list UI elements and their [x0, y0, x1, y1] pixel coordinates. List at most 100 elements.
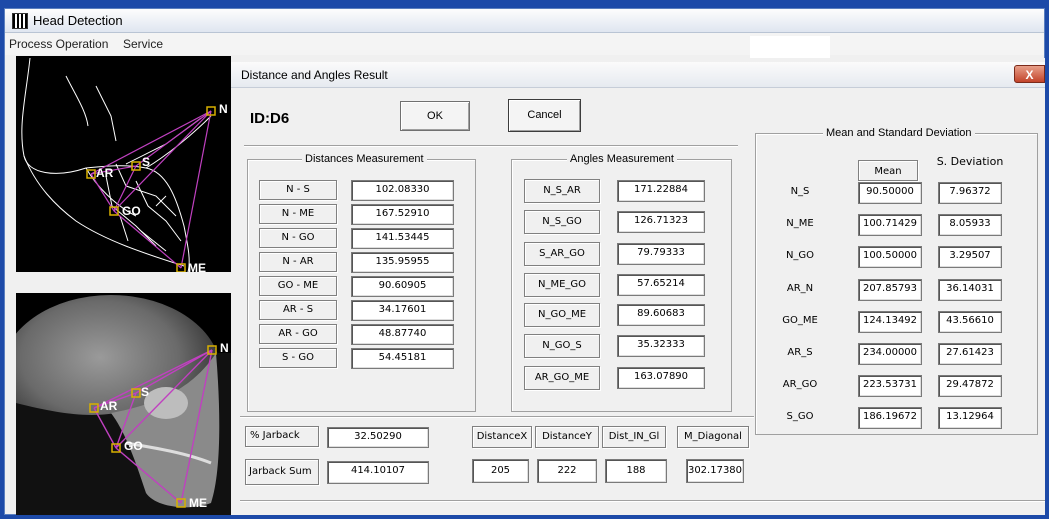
angle-value: 163.07890 [617, 367, 705, 389]
stats-mean-header: Mean [858, 160, 918, 181]
menu-service[interactable]: Service [123, 37, 163, 51]
distance-label: AR - S [259, 300, 337, 320]
xray-label-go: GO [124, 439, 143, 453]
landmark-label-me: ME [188, 261, 206, 272]
app-title: Head Detection [33, 13, 123, 28]
angle-value: 89.60683 [617, 304, 705, 326]
stats-row-label: N_GO [785, 250, 815, 262]
extra-value: 188 [605, 459, 667, 483]
stats-row-label: N_ME [786, 218, 814, 230]
angle-value: 126.71323 [617, 211, 705, 233]
angles-group-title: Angles Measurement [567, 153, 677, 165]
xray-label-n: N [220, 341, 229, 355]
distance-label: S - GO [259, 348, 337, 368]
stats-mean-value: 234.00000 [858, 343, 922, 365]
xray-label-ar: AR [100, 399, 118, 413]
stats-sd-value: 7.96372 [938, 182, 1002, 204]
extra-header: DistanceY [535, 426, 599, 448]
distance-value: 141.53445 [351, 228, 454, 249]
xray-label-me: ME [189, 496, 207, 510]
bottom-separator [240, 416, 754, 418]
angle-label: N_ME_GO [524, 273, 600, 297]
stats-row-label: S_GO [786, 411, 814, 423]
app-icon [12, 13, 28, 29]
landmark-label-n: N [219, 102, 228, 116]
xray-label-s: S [141, 385, 150, 399]
distance-value: 48.87740 [351, 324, 454, 345]
stats-row-label: N_S [790, 186, 810, 197]
stats-mean-value: 207.85793 [858, 278, 922, 301]
distance-value: 34.17601 [351, 300, 454, 321]
dialog-titlebar: Distance and Angles Result [231, 62, 1045, 88]
distance-value: 167.52910 [351, 204, 454, 225]
jarback-percent-label: % Jarback [245, 426, 319, 447]
ok-button[interactable]: OK [400, 101, 470, 131]
stats-mean-value: 90.50000 [858, 182, 922, 204]
stats-sd-value: 36.14031 [938, 278, 1002, 301]
footer-separator [240, 500, 1045, 502]
jarback-percent-value: 32.50290 [327, 427, 429, 448]
distance-value: 102.08330 [351, 180, 454, 201]
landmark-label-s: S [142, 155, 151, 169]
stats-mean-value: 223.53731 [858, 375, 922, 398]
jarback-sum-value: 414.10107 [327, 461, 429, 484]
stats-mean-value: 100.71429 [858, 214, 922, 237]
skull-outline-drawing [21, 57, 216, 272]
landmark-label-go: GO [122, 204, 141, 218]
cancel-button[interactable]: Cancel [508, 99, 581, 132]
stats-sd-value: 29.47872 [938, 375, 1002, 398]
stats-mean-value: 100.50000 [858, 246, 922, 269]
distance-label: N - S [259, 180, 337, 200]
stats-row-label: AR_GO [782, 379, 818, 391]
distance-label: GO - ME [259, 276, 337, 296]
distance-label: N - AR [259, 252, 337, 272]
angle-label: S_AR_GO [524, 242, 600, 266]
angle-label: N_S_AR [524, 179, 600, 203]
stats-row-label: AR_N [786, 282, 814, 294]
extra-value: 222 [537, 459, 597, 483]
menu-bar: Process Operation Service [5, 33, 1044, 55]
extra-header: DistanceX [472, 426, 532, 448]
stats-mean-value: 186.19672 [858, 407, 922, 430]
stats-sd-value: 3.29507 [938, 246, 1002, 269]
angle-value: 171.22884 [617, 180, 705, 202]
angle-value: 57.65214 [617, 274, 705, 296]
landmark-outline-image: N S AR GO ME [16, 56, 231, 272]
landmark-label-ar: AR [96, 166, 114, 180]
menu-process-operation[interactable]: Process Operation [9, 37, 108, 51]
angle-value: 79.79333 [617, 243, 705, 265]
dialog-title: Distance and Angles Result [241, 68, 388, 82]
distance-value: 135.95955 [351, 252, 454, 273]
distance-label: AR - GO [259, 324, 337, 344]
extra-header: M_Diagonal [677, 426, 749, 448]
distance-label: N - ME [259, 204, 337, 224]
stats-sd-value: 8.05933 [938, 214, 1002, 237]
angle-label: N_S_GO [524, 210, 600, 234]
record-id-label: ID:D6 [250, 110, 290, 127]
xray-skull-drawing [16, 295, 231, 515]
distances-group-title: Distances Measurement [302, 153, 427, 165]
stats-sd-value: 43.56610 [938, 310, 1002, 333]
angle-label: N_GO_ME [524, 303, 600, 327]
stats-row-label: AR_S [787, 347, 813, 358]
distance-value: 90.60905 [351, 276, 454, 297]
extra-value: 205 [472, 459, 529, 483]
dialog-close-button[interactable]: X [1014, 65, 1045, 83]
jarback-sum-label: Jarback Sum [245, 459, 319, 485]
angle-value: 35.32333 [617, 335, 705, 357]
top-separator [244, 145, 738, 147]
xray-image: N S AR GO ME [16, 293, 231, 515]
distance-value: 54.45181 [351, 348, 454, 369]
extra-header: Dist_IN_Gl [602, 426, 666, 448]
stats-sd-value: 27.61423 [938, 343, 1002, 365]
stats-group-title: Mean and Standard Deviation [823, 127, 975, 139]
stats-mean-value: 124.13492 [858, 310, 922, 333]
angle-label: AR_GO_ME [524, 366, 600, 390]
extra-value: 302.17380 [686, 459, 744, 483]
stats-sd-value: 13.12964 [938, 407, 1002, 430]
app-titlebar: Head Detection [5, 9, 1044, 33]
stats-sd-header: S. Deviation [936, 155, 1004, 168]
distance-label: N - GO [259, 228, 337, 248]
header-blank-field [750, 36, 830, 58]
angle-label: N_GO_S [524, 334, 600, 358]
